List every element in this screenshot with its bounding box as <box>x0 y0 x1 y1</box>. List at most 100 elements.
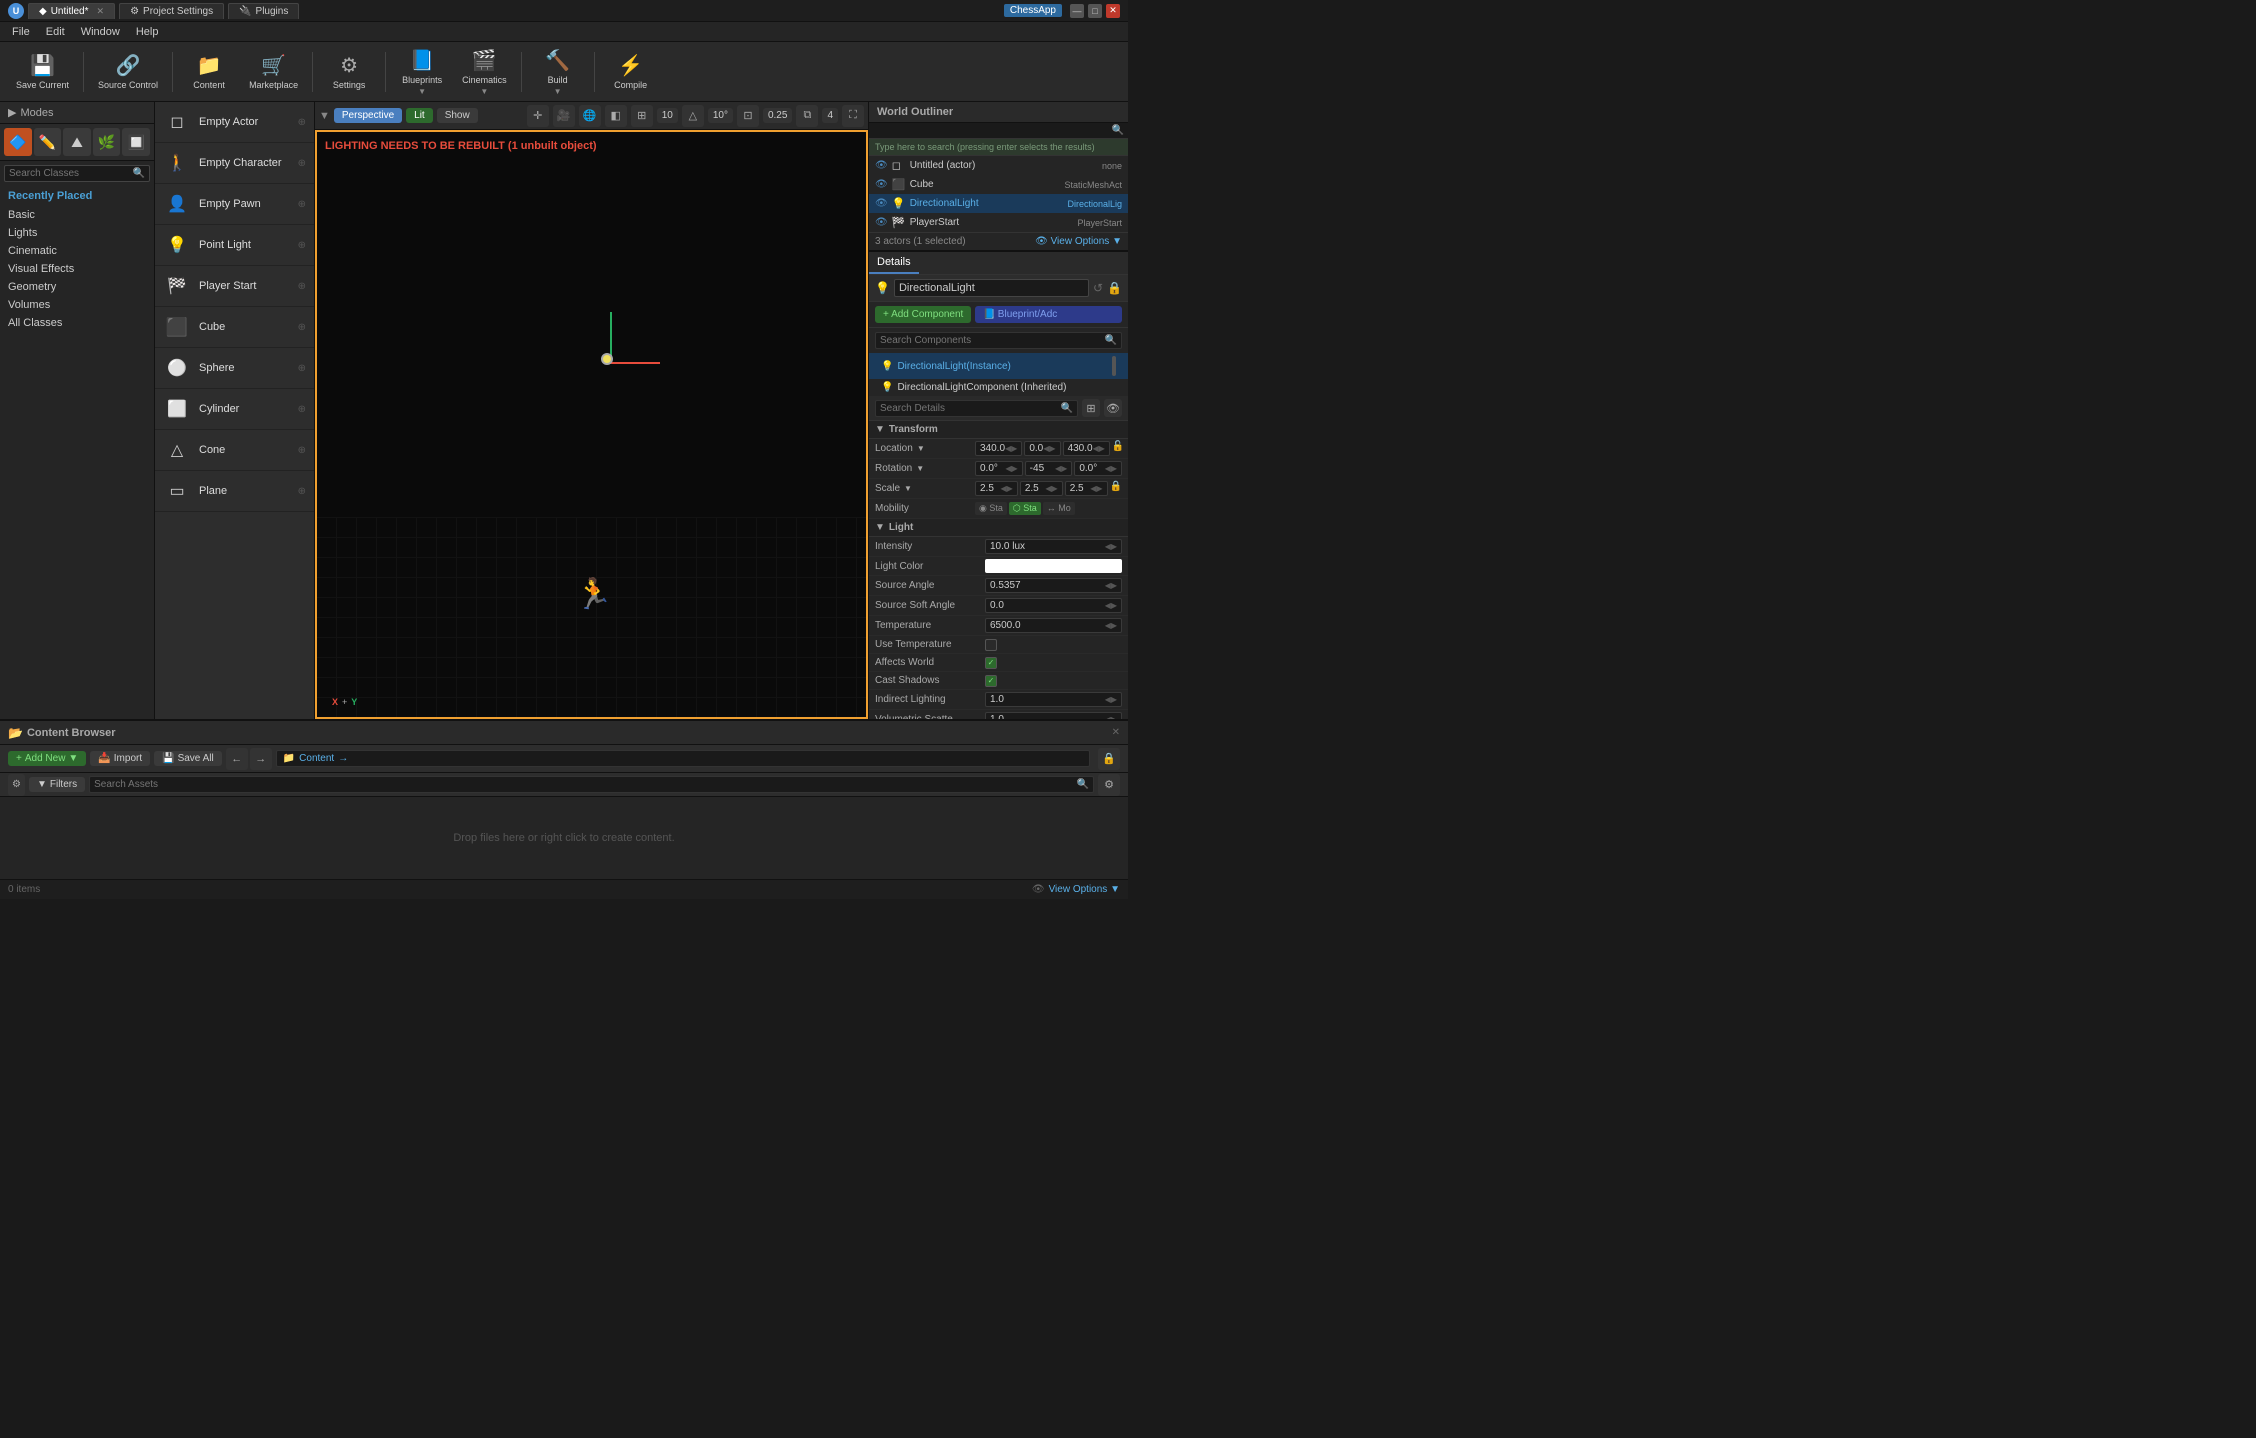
category-basic[interactable]: Basic <box>0 206 154 224</box>
show-button[interactable]: Show <box>437 108 478 123</box>
transform-section-header[interactable]: ▼ Transform <box>869 421 1128 439</box>
components-search-container[interactable]: 🔍 <box>875 332 1122 349</box>
view-options-button[interactable]: 👁 View Options ▼ <box>1035 236 1122 247</box>
search-assets-container[interactable]: 🔍 <box>89 776 1094 793</box>
rotation-z-value[interactable]: 0.0° ◀▶ <box>1074 461 1122 476</box>
outliner-item-cube[interactable]: 👁 ⬛ Cube StaticMeshAct <box>869 175 1128 194</box>
add-new-button[interactable]: + Add New ▼ <box>8 751 86 766</box>
content-drop-area[interactable]: Drop files here or right click to create… <box>0 797 1128 879</box>
layers-icon[interactable]: ⧉ <box>796 105 818 127</box>
grid-icon[interactable]: ⊞ <box>631 105 653 127</box>
location-x-value[interactable]: 340.0 ◀▶ <box>975 441 1022 456</box>
menu-edit[interactable]: Edit <box>38 24 73 40</box>
lit-button[interactable]: Lit <box>406 108 433 123</box>
place-item-empty-actor[interactable]: ◻ Empty Actor ⊕ <box>155 102 314 143</box>
place-item-plane[interactable]: ▭ Plane ⊕ <box>155 471 314 512</box>
light-section-header[interactable]: ▼ Light <box>869 519 1128 537</box>
compile-button[interactable]: ⚡ Compile <box>601 46 661 98</box>
save-all-button[interactable]: 💾 Save All <box>154 751 222 766</box>
angle-icon[interactable]: △ <box>682 105 704 127</box>
scale-z-value[interactable]: 2.5 ◀▶ <box>1065 481 1108 496</box>
eye-icon[interactable]: 👁 <box>875 217 888 228</box>
save-current-button[interactable]: 💾 Save Current <box>8 46 77 98</box>
lock-icon[interactable]: 🔒 <box>1107 281 1122 295</box>
menu-help[interactable]: Help <box>128 24 167 40</box>
search-options-icon[interactable]: ⚙ <box>1098 774 1120 796</box>
nav-back-button[interactable]: ← <box>226 748 248 770</box>
mobility-static-button[interactable]: ◉ Sta <box>975 502 1007 515</box>
maximize-button[interactable]: □ <box>1088 4 1102 18</box>
details-search-container[interactable]: 🔍 <box>875 400 1078 417</box>
minimize-button[interactable]: — <box>1070 4 1084 18</box>
close-button[interactable]: ✕ <box>1106 4 1120 18</box>
outliner-item-player-start[interactable]: 👁 🏁 PlayerStart PlayerStart <box>869 213 1128 232</box>
menu-window[interactable]: Window <box>73 24 128 40</box>
nav-forward-button[interactable]: → <box>250 748 272 770</box>
location-label[interactable]: Location ▼ <box>875 443 975 454</box>
eye-icon[interactable]: 👁 <box>875 179 888 190</box>
eye-icon[interactable]: 👁 <box>875 198 888 209</box>
tab-plugins[interactable]: 🔌 Plugins <box>228 3 299 19</box>
scale-x-value[interactable]: 2.5 ◀▶ <box>975 481 1018 496</box>
scale-label[interactable]: Scale ▼ <box>875 483 975 494</box>
place-item-empty-character[interactable]: 🚶 Empty Character ⊕ <box>155 143 314 184</box>
settings-button[interactable]: ⚙ Settings <box>319 46 379 98</box>
mode-place-button[interactable]: 🔷 <box>4 128 32 156</box>
mobility-stationary-button[interactable]: ⬡ Sta <box>1009 502 1041 515</box>
category-geometry[interactable]: Geometry <box>0 278 154 296</box>
category-all-classes[interactable]: All Classes <box>0 314 154 332</box>
details-grid-icon[interactable]: ⊞ <box>1082 399 1100 417</box>
filter-icon[interactable]: ⚙ <box>8 774 25 796</box>
import-button[interactable]: 📥 Import <box>90 751 150 766</box>
tab-untitled[interactable]: ◆ Untitled* ✕ <box>28 3 115 19</box>
view-options-status-btn[interactable]: View Options ▼ <box>1049 884 1120 895</box>
use-temperature-checkbox[interactable] <box>985 639 997 651</box>
viewport-3d[interactable]: LIGHTING NEEDS TO BE REBUILT (1 unbuilt … <box>315 130 868 719</box>
filters-button[interactable]: ▼ Filters <box>29 777 85 792</box>
search-classes-container[interactable]: 🔍 <box>4 165 150 182</box>
content-button[interactable]: 📁 Content <box>179 46 239 98</box>
add-component-button[interactable]: + Add Component <box>875 306 971 323</box>
translate-icon[interactable]: ✛ <box>527 105 549 127</box>
mobility-movable-button[interactable]: ↔ Mo <box>1043 502 1075 515</box>
cb-close-icon[interactable]: ✕ <box>1112 727 1120 738</box>
recently-placed-header[interactable]: Recently Placed <box>0 186 154 206</box>
place-item-sphere[interactable]: ⚪ Sphere ⊕ <box>155 348 314 389</box>
place-item-player-start[interactable]: 🏁 Player Start ⊕ <box>155 266 314 307</box>
mode-paint-button[interactable]: ✏️ <box>34 128 62 156</box>
source-soft-angle-value[interactable]: 0.0 ◀▶ <box>985 598 1122 613</box>
category-lights[interactable]: Lights <box>0 224 154 242</box>
angle-value[interactable]: 10° <box>708 108 733 123</box>
cinematics-button[interactable]: 🎬 Cinematics ▼ <box>454 46 515 98</box>
outliner-search-input[interactable] <box>873 125 1112 136</box>
blueprints-button[interactable]: 📘 Blueprints ▼ <box>392 46 452 98</box>
mode-landscape-button[interactable]: ⛰ <box>63 128 91 156</box>
place-item-empty-pawn[interactable]: 👤 Empty Pawn ⊕ <box>155 184 314 225</box>
place-item-point-light[interactable]: 💡 Point Light ⊕ <box>155 225 314 266</box>
category-volumes[interactable]: Volumes <box>0 296 154 314</box>
details-eye-icon[interactable]: 👁 <box>1104 399 1122 417</box>
temperature-value[interactable]: 6500.0 ◀▶ <box>985 618 1122 633</box>
outliner-search-container[interactable]: 🔍 <box>869 123 1128 139</box>
affects-world-checkbox[interactable]: ✓ <box>985 657 997 669</box>
surface-icon[interactable]: ◧ <box>605 105 627 127</box>
fullscreen-icon[interactable]: ⛶ <box>842 105 864 127</box>
component-item-directional-inherited[interactable]: 💡 DirectionalLightComponent (Inherited) <box>869 379 1128 396</box>
location-lock-icon[interactable]: 🔓 <box>1112 441 1124 456</box>
cb-lock-icon[interactable]: 🔒 <box>1098 748 1120 770</box>
viewport-camera-icon[interactable]: 🎥 <box>553 105 575 127</box>
details-tab[interactable]: Details <box>869 252 919 274</box>
grid-size-value[interactable]: 10 <box>657 108 678 123</box>
intensity-value[interactable]: 10.0 lux ◀▶ <box>985 539 1122 554</box>
location-y-value[interactable]: 0.0 ◀▶ <box>1024 441 1060 456</box>
mode-mesh-button[interactable]: 🔲 <box>122 128 150 156</box>
indirect-lighting-value[interactable]: 1.0 ◀▶ <box>985 692 1122 707</box>
reset-icon[interactable]: ↺ <box>1093 281 1103 295</box>
place-item-cone[interactable]: △ Cone ⊕ <box>155 430 314 471</box>
place-item-cylinder[interactable]: ⬜ Cylinder ⊕ <box>155 389 314 430</box>
light-color-swatch[interactable] <box>985 559 1122 573</box>
source-control-button[interactable]: 🔗 Source Control <box>90 46 166 98</box>
mode-foliage-button[interactable]: 🌿 <box>93 128 121 156</box>
details-name-input[interactable] <box>894 279 1089 297</box>
scrollbar[interactable] <box>1112 356 1116 376</box>
